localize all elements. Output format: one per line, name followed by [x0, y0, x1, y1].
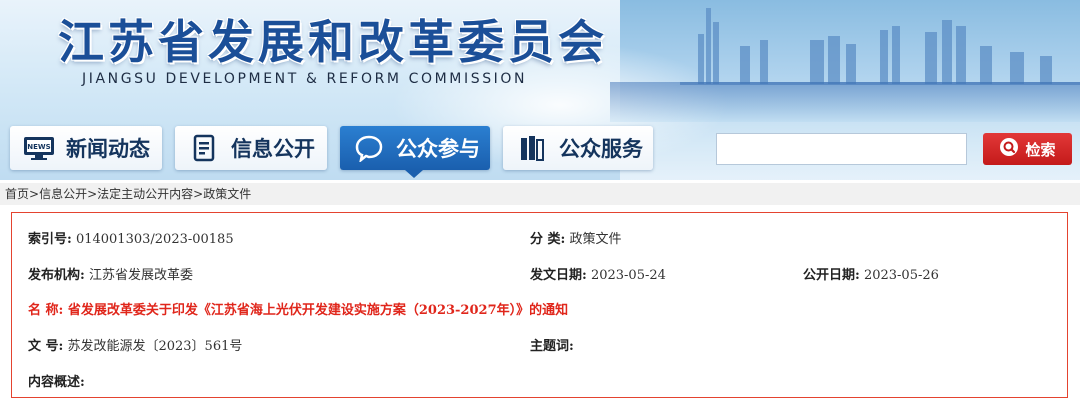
keywords-label: 主题词:	[530, 339, 574, 354]
publisher-field: 发布机构: 江苏省发展改革委	[28, 264, 193, 283]
breadcrumb: 首页>信息公开>法定主动公开内容>政策文件	[0, 183, 1080, 205]
category-label: 分 类:	[530, 232, 566, 247]
public-date-label: 公开日期:	[803, 268, 860, 283]
chat-bubble-icon	[352, 133, 386, 163]
search-button-label: 检索	[1025, 140, 1056, 159]
summary-label: 内容概述:	[28, 375, 85, 390]
issue-date-label: 发文日期:	[530, 268, 587, 283]
breadcrumb-policy-docs[interactable]: 政策文件	[203, 187, 251, 201]
search-button[interactable]: 检索	[983, 133, 1072, 165]
category-field: 分 类: 政策文件	[530, 228, 621, 247]
document-number-label: 文 号:	[28, 339, 64, 354]
document-name-value: 省发展改革委关于印发《江苏省海上光伏开发建设实施方案（2023-2027年）》的…	[67, 303, 569, 318]
news-icon: NEWS	[22, 133, 56, 163]
document-name-field: 名 称: 省发展改革委关于印发《江苏省海上光伏开发建设实施方案（2023-202…	[28, 299, 568, 318]
issue-date-value: 2023-05-24	[590, 268, 666, 283]
breadcrumb-statutory-content[interactable]: 法定主动公开内容	[97, 187, 193, 201]
document-number-field: 文 号: 苏发改能源发〔2023〕561号	[28, 335, 242, 354]
breadcrumb-separator: >	[29, 187, 40, 201]
issue-date-field: 发文日期: 2023-05-24	[530, 264, 666, 283]
index-number-label: 索引号:	[28, 232, 72, 247]
document-number-value: 苏发改能源发〔2023〕561号	[67, 339, 243, 354]
breadcrumb-info-public[interactable]: 信息公开	[39, 187, 87, 201]
nav-news[interactable]: NEWS 新闻动态	[10, 126, 162, 170]
nav-public-participation[interactable]: 公众参与	[340, 126, 490, 170]
breadcrumb-separator: >	[193, 187, 204, 201]
active-nav-pointer	[405, 170, 423, 178]
category-value: 政策文件	[569, 232, 622, 247]
index-number-field: 索引号: 014001303/2023-00185	[28, 228, 234, 247]
search-icon	[999, 137, 1019, 161]
breadcrumb-separator: >	[87, 187, 98, 201]
index-number-value: 014001303/2023-00185	[75, 232, 234, 247]
breadcrumb-home[interactable]: 首页	[5, 187, 29, 201]
nav-info-public[interactable]: 信息公开	[175, 126, 327, 170]
summary-field: 内容概述:	[28, 371, 85, 390]
nav-news-label: 新闻动态	[66, 137, 150, 161]
search-input[interactable]	[716, 133, 967, 165]
publisher-label: 发布机构:	[28, 268, 85, 283]
site-title-english: JIANGSU DEVELOPMENT & REFORM COMMISSION	[82, 71, 528, 87]
document-name-label: 名 称:	[28, 303, 64, 318]
publisher-value: 江苏省发展改革委	[88, 268, 193, 283]
public-date-field: 公开日期: 2023-05-26	[803, 264, 939, 283]
nav-public-service-label: 公众服务	[559, 137, 643, 161]
site-title: 江苏省发展和改革委员会	[58, 15, 608, 69]
book-icon	[515, 133, 549, 163]
public-date-value: 2023-05-26	[863, 268, 939, 283]
document-icon	[187, 133, 221, 163]
svg-text:NEWS: NEWS	[27, 143, 50, 151]
water-reflection	[610, 82, 1080, 122]
keywords-field: 主题词:	[530, 335, 574, 354]
nav-public-participation-label: 公众参与	[396, 137, 480, 161]
document-info-box: 索引号: 014001303/2023-00185 分 类: 政策文件 发布机构…	[11, 212, 1068, 398]
nav-info-public-label: 信息公开	[231, 137, 315, 161]
nav-public-service[interactable]: 公众服务	[503, 126, 653, 170]
